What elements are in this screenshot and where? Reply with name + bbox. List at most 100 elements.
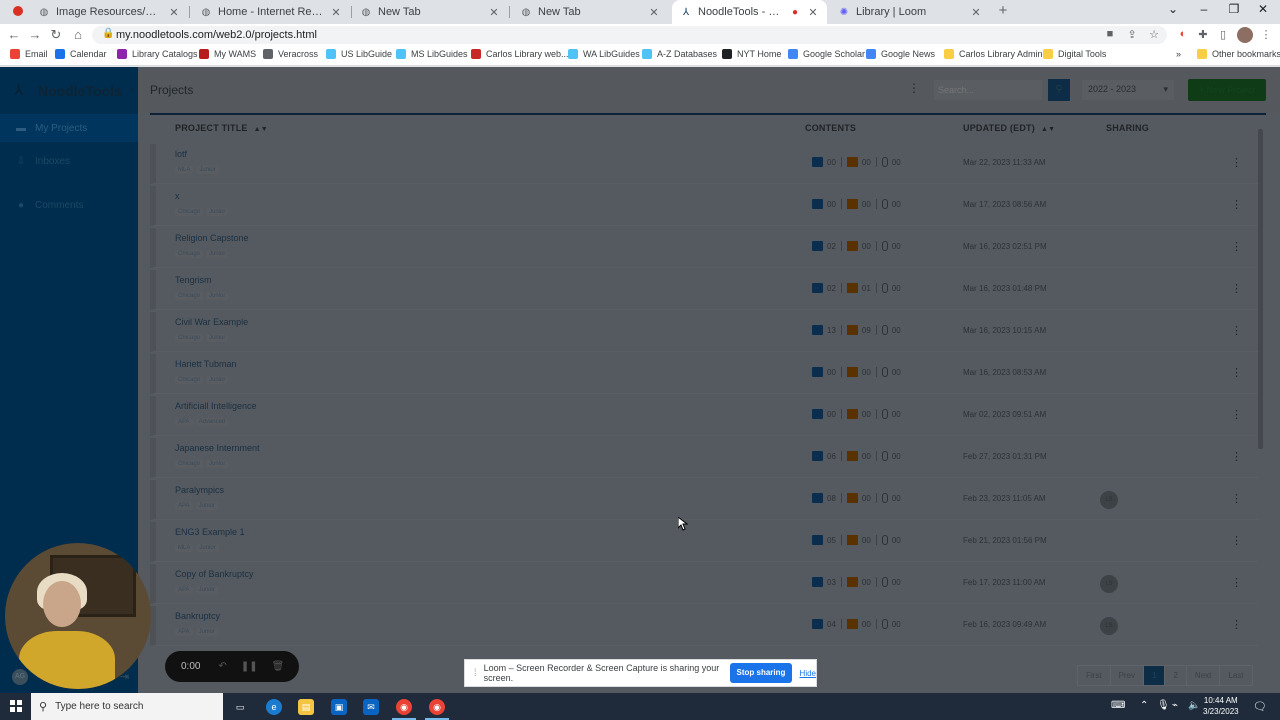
close-window-button[interactable]: ✕: [1255, 2, 1271, 16]
table-row[interactable]: Religion Capstone Chicago Junior 02 00 00 Mar …: [150, 228, 1258, 268]
project-title-link[interactable]: Artificiall Intelligence: [175, 401, 257, 411]
pagination-1[interactable]: 1: [1143, 665, 1166, 686]
camera-icon[interactable]: ■: [1103, 28, 1117, 40]
sidebar-item-comments[interactable]: ● Comments: [0, 191, 138, 219]
tab-noodletools-projects[interactable]: ⅄ NoodleTools - Projects ● ✕: [672, 0, 827, 24]
task-view-icon[interactable]: ▭: [232, 699, 248, 715]
close-tab-icon[interactable]: ✕: [330, 6, 342, 19]
store-icon[interactable]: ▣: [331, 699, 347, 715]
bookmark-ms-libguides[interactable]: MS LibGuides: [396, 49, 468, 59]
puzzle-icon[interactable]: ✚: [1196, 28, 1210, 41]
system-clock[interactable]: 10:44 AM 3/23/2023: [1203, 695, 1239, 717]
pause-icon[interactable]: ❚❚: [241, 661, 258, 672]
project-title-link[interactable]: Copy of Bankruptcy: [175, 569, 254, 579]
bookmark-nyt-home[interactable]: NYT Home: [722, 49, 781, 59]
pagination-prev[interactable]: Prev: [1109, 665, 1145, 686]
new-project-button[interactable]: + New Project: [1188, 79, 1266, 101]
project-title-link[interactable]: Paralympics: [175, 485, 224, 495]
bookmark-calendar[interactable]: Calendar: [55, 49, 107, 59]
bookmark-email[interactable]: Email: [10, 49, 48, 59]
pagination-first[interactable]: First: [1077, 665, 1111, 686]
scrollbar-thumb[interactable]: [1258, 129, 1263, 449]
project-contents[interactable]: 05 00 00: [812, 535, 906, 545]
project-contents[interactable]: 04 00 00: [812, 619, 906, 629]
table-row[interactable]: Japanese Internment Chicago Junior 06 00 00 Fe…: [150, 438, 1258, 478]
project-contents[interactable]: 00 00 00: [812, 199, 906, 209]
sidebar-item-my-projects[interactable]: ▬ My Projects: [0, 114, 138, 142]
row-options-icon[interactable]: ⋮: [1231, 618, 1242, 631]
table-row[interactable]: Civil War Example Chicago Junior 13 09 00 Mar …: [150, 312, 1258, 352]
table-row[interactable]: Copy of Bankruptcy APA Junior 03 00 00 Feb 17,…: [150, 564, 1258, 604]
drag-handle-icon[interactable]: ⁞: [469, 668, 482, 679]
shared-user-avatar[interactable]: LS: [1100, 617, 1118, 635]
search-button[interactable]: ⚲: [1048, 79, 1070, 101]
tab-image-resources-citations-c[interactable]: ◍ Image Resources/Citations - @C ✕: [30, 0, 188, 24]
year-select[interactable]: 2022 - 2023 ▾: [1082, 80, 1174, 100]
taskbar-search[interactable]: ⚲ Type here to search: [31, 693, 223, 720]
row-options-icon[interactable]: ⋮: [1231, 408, 1242, 421]
pagination-last[interactable]: Last: [1219, 665, 1253, 686]
collapse-sidebar-icon[interactable]: ‹: [130, 84, 134, 96]
search-input[interactable]: [934, 80, 1042, 100]
row-options-icon[interactable]: ⋮: [1231, 576, 1242, 589]
notification-icon[interactable]: 🗨: [1253, 700, 1267, 713]
project-title-link[interactable]: Civil War Example: [175, 317, 248, 327]
webcam-bubble[interactable]: [5, 543, 151, 689]
project-title-link[interactable]: Bankruptcy: [175, 611, 220, 621]
project-contents[interactable]: 00 00 00: [812, 367, 906, 377]
row-options-icon[interactable]: ⋮: [1231, 366, 1242, 379]
tab-new-tab[interactable]: ◍ New Tab ✕: [352, 0, 508, 24]
project-contents[interactable]: 13 09 00: [812, 325, 906, 335]
restore-button[interactable]: ❐: [1226, 2, 1242, 16]
table-row[interactable]: Paralympics APA Junior 08 00 00 Feb 23, 2023 1…: [150, 480, 1258, 520]
new-tab-button[interactable]: +: [995, 3, 1011, 19]
sidebar-item-inboxes[interactable]: ⇩ Inboxes: [0, 147, 138, 175]
shared-user-avatar[interactable]: LS: [1100, 575, 1118, 593]
table-row[interactable]: ENG3 Example 1 MLA Junior 05 00 00 Feb 21, 202…: [150, 522, 1258, 562]
file-explorer-icon[interactable]: ▤: [298, 699, 314, 715]
address-bar[interactable]: 🔒 my.noodletools.com/web2.0/projects.htm…: [92, 26, 1167, 44]
project-title-link[interactable]: x: [175, 191, 180, 201]
bookmark-wa-libguides[interactable]: WA LibGuides: [568, 49, 640, 59]
table-row[interactable]: Hariett Tubman Chicago Junior 00 00 00 Mar 16,…: [150, 354, 1258, 394]
stop-sharing-button[interactable]: Stop sharing: [730, 663, 792, 683]
project-title-link[interactable]: lotf: [175, 149, 187, 159]
network-icon[interactable]: ⌁: [1172, 700, 1178, 711]
bookmark-google-scholar[interactable]: Google Scholar: [788, 49, 865, 59]
row-options-icon[interactable]: ⋮: [1231, 534, 1242, 547]
shared-user-avatar[interactable]: LS: [1100, 491, 1118, 509]
menu-icon[interactable]: ⋮: [1259, 28, 1273, 41]
hide-link[interactable]: Hide: [800, 669, 816, 678]
chrome-icon[interactable]: ◉: [392, 699, 416, 720]
table-row[interactable]: Artificiall Intelligence APA Advanced 00 00 0…: [150, 396, 1258, 436]
close-tab-icon[interactable]: ✕: [168, 6, 180, 19]
bookmark-veracross[interactable]: Veracross: [263, 49, 318, 59]
extension-icon[interactable]: ◐: [1176, 28, 1190, 40]
pagination-next[interactable]: Next: [1185, 665, 1221, 686]
row-options-icon[interactable]: ⋮: [1231, 450, 1242, 463]
project-title-link[interactable]: Hariett Tubman: [175, 359, 237, 369]
tab-new-tab[interactable]: ◍ New Tab ✕: [512, 0, 668, 24]
profile-avatar[interactable]: [1237, 27, 1253, 43]
row-options-icon[interactable]: ⋮: [1231, 282, 1242, 295]
bookmark-a-z-databases[interactable]: A-Z Databases: [642, 49, 717, 59]
brand[interactable]: ⅄ NoodleTools: [14, 81, 122, 101]
column-header-updated[interactable]: UPDATED (EDT) ▲▼: [963, 123, 1055, 133]
mail-icon[interactable]: ✉: [363, 699, 379, 715]
share-icon[interactable]: ⇪: [1125, 28, 1139, 41]
tab-library-loom[interactable]: ✺ Library | Loom ✕: [830, 0, 990, 24]
close-tab-icon[interactable]: ✕: [807, 6, 819, 19]
more-options-icon[interactable]: ⋮: [908, 81, 920, 95]
row-options-icon[interactable]: ⋮: [1231, 198, 1242, 211]
project-title-link[interactable]: ENG3 Example 1: [175, 527, 245, 537]
bookmark-google-news[interactable]: Google News: [866, 49, 935, 59]
row-options-icon[interactable]: ⋮: [1231, 156, 1242, 169]
close-tab-icon[interactable]: ✕: [648, 6, 660, 19]
pagination-2[interactable]: 2: [1164, 665, 1187, 686]
minimize-button[interactable]: –: [1196, 2, 1212, 16]
chrome-icon[interactable]: ◉: [425, 699, 449, 720]
project-contents[interactable]: 02 00 00: [812, 241, 906, 251]
reload-icon[interactable]: ↻: [48, 27, 64, 43]
restart-icon[interactable]: ↶: [218, 661, 226, 672]
project-contents[interactable]: 02 01 00: [812, 283, 906, 293]
